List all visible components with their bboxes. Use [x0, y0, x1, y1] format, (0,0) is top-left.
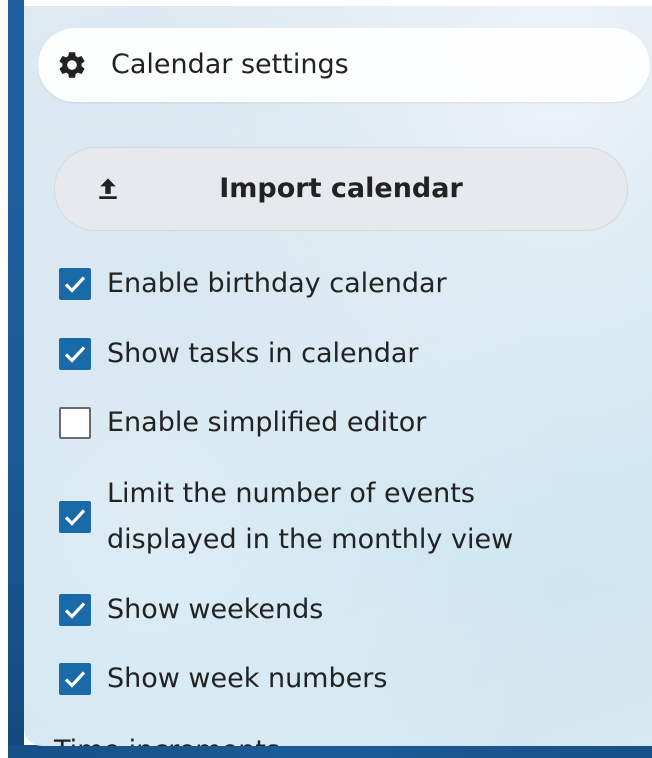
- window-frame-left: [8, 0, 24, 758]
- import-calendar-button[interactable]: Import calendar: [54, 147, 628, 231]
- window-frame-bottom: [8, 745, 652, 758]
- checkbox-checked[interactable]: [59, 338, 91, 370]
- option-label: Enable simplified editor: [107, 407, 427, 438]
- option-limit-events-monthly-view[interactable]: Limit the number of events displayed in …: [59, 471, 639, 563]
- calendar-settings-panel: Calendar settings Import calendar Enable…: [24, 6, 652, 746]
- option-label-line2: displayed in the monthly view: [107, 524, 514, 555]
- option-show-weekends[interactable]: Show weekends: [59, 587, 619, 633]
- checkmark-icon: [64, 276, 86, 293]
- checkbox-checked[interactable]: [59, 663, 91, 695]
- option-show-tasks-in-calendar[interactable]: Show tasks in calendar: [59, 331, 619, 377]
- option-label: Enable birthday calendar: [107, 268, 447, 299]
- option-show-week-numbers[interactable]: Show week numbers: [59, 656, 619, 702]
- calendar-settings-button[interactable]: Calendar settings: [38, 28, 650, 102]
- checkmark-icon: [64, 602, 86, 619]
- option-enable-simplified-editor[interactable]: Enable simplified editor: [59, 400, 619, 446]
- checkbox-unchecked[interactable]: [59, 407, 91, 439]
- option-label-line1: Limit the number of events: [107, 478, 475, 509]
- option-enable-birthday-calendar[interactable]: Enable birthday calendar: [59, 261, 619, 307]
- checkbox-checked[interactable]: [59, 594, 91, 626]
- import-calendar-label: Import calendar: [219, 173, 463, 204]
- option-label: Show week numbers: [107, 663, 388, 694]
- option-label: Show tasks in calendar: [107, 338, 419, 369]
- checkbox-checked[interactable]: [59, 268, 91, 300]
- checkbox-checked[interactable]: [59, 501, 91, 533]
- calendar-settings-label: Calendar settings: [111, 49, 349, 80]
- gear-icon: [59, 52, 85, 78]
- time-increments-heading: Time increments: [54, 734, 280, 746]
- checkmark-icon: [64, 509, 86, 526]
- option-label: Show weekends: [107, 594, 324, 625]
- checkmark-icon: [64, 671, 86, 688]
- checkmark-icon: [64, 346, 86, 363]
